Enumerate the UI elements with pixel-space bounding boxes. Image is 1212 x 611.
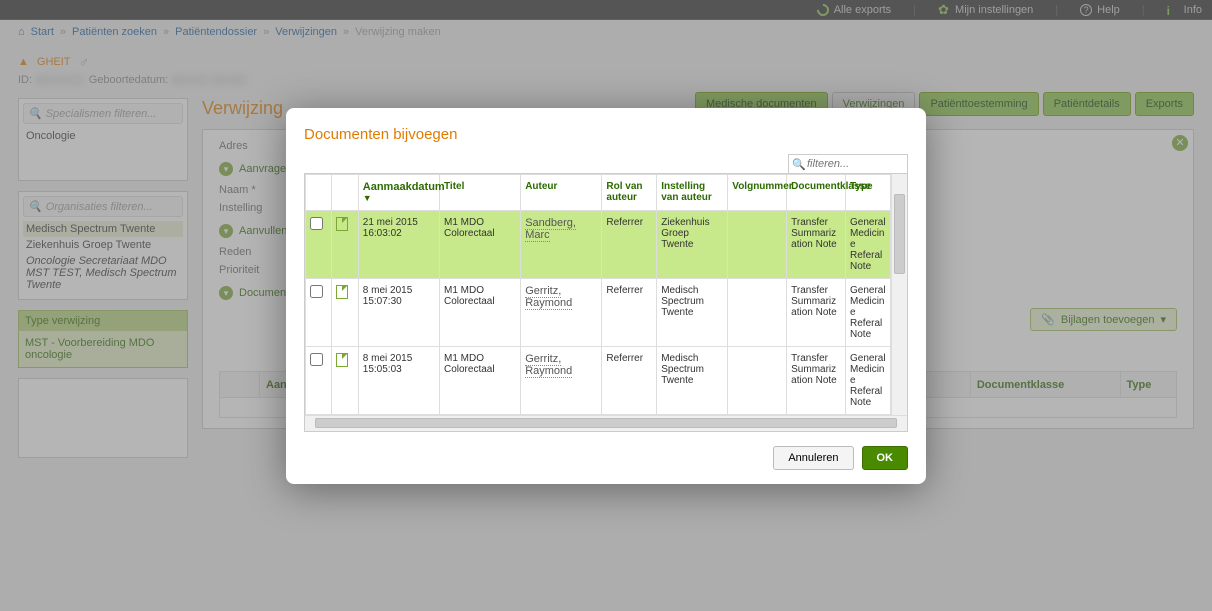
document-icon: [332, 347, 358, 415]
table-row[interactable]: 8 mei 2015 15:05:03M1 MDO ColorectaalGer…: [306, 347, 907, 415]
col-title[interactable]: Titel: [439, 175, 520, 211]
row-checkbox[interactable]: [306, 347, 332, 415]
row-class: Transfer Summarization Note: [787, 347, 846, 415]
col-checkbox: [306, 175, 332, 211]
row-role: Referrer: [602, 347, 657, 415]
modal-title: Documenten bijvoegen: [304, 126, 908, 143]
row-author[interactable]: Gerritz, Raymond: [521, 279, 602, 347]
row-class: Transfer Summarization Note: [787, 211, 846, 279]
row-checkbox[interactable]: [306, 279, 332, 347]
col-icon: [332, 175, 358, 211]
row-title: M1 MDO Colorectaal: [439, 211, 520, 279]
cancel-button[interactable]: Annuleren: [773, 446, 853, 470]
col-author[interactable]: Auteur: [521, 175, 602, 211]
document-icon: [332, 279, 358, 347]
col-inst[interactable]: Instelling van auteur: [657, 175, 728, 211]
row-seq: [728, 279, 787, 347]
row-author[interactable]: Sandberg, Marc: [521, 211, 602, 279]
col-type[interactable]: Type: [846, 175, 891, 211]
search-icon: 🔍: [792, 158, 806, 171]
row-type: General Medicine Referal Note: [846, 211, 891, 279]
col-role[interactable]: Rol van auteur: [602, 175, 657, 211]
document-icon: [332, 211, 358, 279]
row-date: 21 mei 2015 16:03:02: [358, 211, 439, 279]
row-author[interactable]: Gerritz, Raymond: [521, 347, 602, 415]
row-inst: Medisch Spectrum Twente: [657, 279, 728, 347]
modal-table: Aanmaakdatum ▼ Titel Auteur Rol van aute…: [305, 174, 907, 415]
row-title: M1 MDO Colorectaal: [439, 347, 520, 415]
attach-documents-modal: Documenten bijvoegen 🔍 Aanmaakdatum ▼ Ti…: [286, 108, 926, 484]
modal-filter: 🔍: [788, 154, 908, 174]
sort-desc-icon: ▼: [363, 193, 372, 203]
ok-button[interactable]: OK: [862, 446, 909, 470]
row-inst: Ziekenhuis Groep Twente: [657, 211, 728, 279]
col-created[interactable]: Aanmaakdatum ▼: [358, 175, 439, 211]
row-checkbox[interactable]: [306, 211, 332, 279]
row-role: Referrer: [602, 211, 657, 279]
vertical-scrollbar[interactable]: [891, 174, 907, 415]
row-title: M1 MDO Colorectaal: [439, 279, 520, 347]
row-class: Transfer Summarization Note: [787, 279, 846, 347]
row-inst: Medisch Spectrum Twente: [657, 347, 728, 415]
filter-input[interactable]: [788, 154, 908, 174]
row-role: Referrer: [602, 279, 657, 347]
row-date: 8 mei 2015 15:05:03: [358, 347, 439, 415]
scroll-thumb[interactable]: [894, 194, 905, 274]
row-type: General Medicine Referal Note: [846, 347, 891, 415]
row-seq: [728, 211, 787, 279]
col-seq[interactable]: Volgnummer: [728, 175, 787, 211]
table-row[interactable]: 8 mei 2015 15:07:30M1 MDO ColorectaalGer…: [306, 279, 907, 347]
scroll-thumb[interactable]: [315, 418, 897, 428]
row-seq: [728, 347, 787, 415]
table-row[interactable]: 21 mei 2015 16:03:02M1 MDO ColorectaalSa…: [306, 211, 907, 279]
row-type: General Medicine Referal Note: [846, 279, 891, 347]
horizontal-scrollbar[interactable]: [305, 415, 907, 431]
col-class[interactable]: Documentklasse: [787, 175, 846, 211]
row-date: 8 mei 2015 15:07:30: [358, 279, 439, 347]
